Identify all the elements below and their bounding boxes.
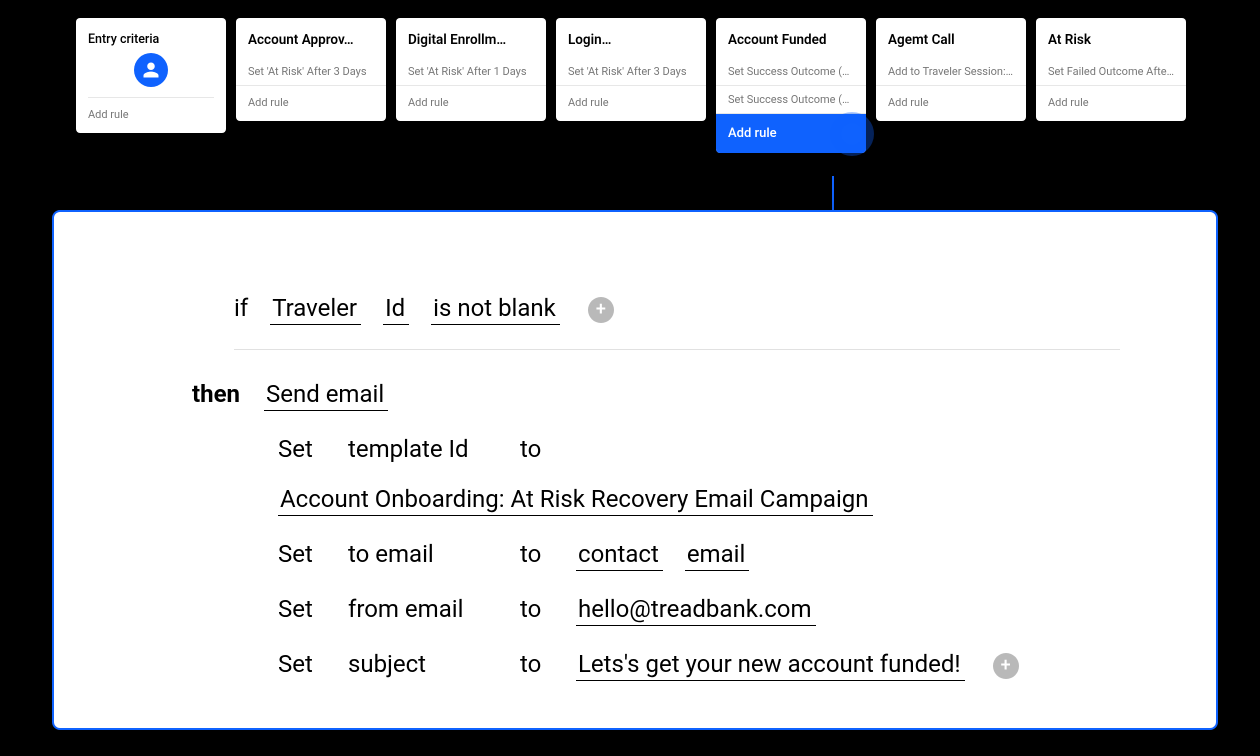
add-rule-button[interactable]: Add rule: [396, 86, 546, 121]
stage-title: Agemt Call: [876, 18, 1026, 58]
set-line: Set template Id to Account Onboarding: At R…: [278, 435, 1120, 516]
stage-card[interactable]: At RiskSet Failed Outcome After 30Add ru…: [1036, 18, 1186, 121]
stage-rule[interactable]: Add to Traveler Session: Jour: [876, 58, 1026, 86]
stage-title: Digital Enrollm…: [396, 18, 546, 58]
add-rule-button[interactable]: Add rule: [716, 114, 866, 153]
set-value[interactable]: Lets's get your new account funded!: [576, 650, 965, 681]
stage-card[interactable]: Login…Set 'At Risk' After 3 DaysAdd rule: [556, 18, 706, 121]
stage-title: Account Funded: [716, 18, 866, 58]
set-line: Set from email to hello@treadbank.com: [278, 595, 1120, 626]
kw-set: Set: [278, 435, 326, 463]
set-value[interactable]: contact: [576, 540, 663, 571]
add-rule-button[interactable]: Add rule: [876, 86, 1026, 121]
add-rule-button[interactable]: Add rule: [76, 98, 226, 133]
stage-rule[interactable]: Set 'At Risk' After 3 Days: [556, 58, 706, 86]
kw-set: Set: [278, 650, 326, 678]
kw-to: to: [520, 650, 554, 678]
stage-title: Account Approv…: [236, 18, 386, 58]
divider: [234, 349, 1120, 350]
stages-row: Entry criteriaAdd ruleAccount Approv…Set…: [0, 0, 1260, 153]
set-line: Set to email to contact email: [278, 540, 1120, 571]
stage-card[interactable]: Digital Enrollm…Set 'At Risk' After 1 Da…: [396, 18, 546, 121]
kw-if: if: [234, 294, 248, 322]
add-condition-button[interactable]: [588, 297, 614, 323]
if-op[interactable]: is not blank: [431, 294, 560, 325]
stage-card[interactable]: Account Approv…Set 'At Risk' After 3 Day…: [236, 18, 386, 121]
kw-to: to: [520, 595, 554, 623]
set-field: from email: [348, 595, 498, 623]
set-field: subject: [348, 650, 498, 678]
user-icon: [134, 53, 168, 87]
stage-rule[interactable]: Set 'At Risk' After 3 Days: [236, 58, 386, 86]
stage-rule[interactable]: Set Success Outcome (Acc…: [716, 86, 866, 114]
kw-to: to: [520, 540, 554, 568]
if-field[interactable]: Id: [383, 294, 409, 325]
then-line: then Send email: [192, 380, 1120, 411]
stage-rule[interactable]: Set 'At Risk' After 1 Days: [396, 58, 546, 86]
set-line: Set subject to Lets's get your new account …: [278, 650, 1120, 681]
set-field: to email: [348, 540, 498, 568]
kw-set: Set: [278, 595, 326, 623]
add-set-button[interactable]: [993, 653, 1019, 679]
stage-card[interactable]: Agemt CallAdd to Traveler Session: JourA…: [876, 18, 1026, 121]
then-action[interactable]: Send email: [264, 380, 388, 411]
set-value[interactable]: Account Onboarding: At Risk Recovery Ema…: [278, 485, 873, 516]
stage-title: Login…: [556, 18, 706, 58]
if-entity[interactable]: Traveler: [270, 294, 361, 325]
kw-then: then: [192, 380, 240, 408]
stage-title: At Risk: [1036, 18, 1186, 58]
kw-set: Set: [278, 540, 326, 568]
connector-line: [832, 176, 834, 212]
add-rule-button[interactable]: Add rule: [556, 86, 706, 121]
kw-to: to: [520, 435, 554, 463]
set-value[interactable]: email: [685, 540, 750, 571]
set-field: template Id: [348, 435, 498, 463]
stage-rule[interactable]: Set Failed Outcome After 30: [1036, 58, 1186, 86]
rule-builder-panel: if Traveler Id is not blank then Send em…: [52, 210, 1218, 730]
if-line: if Traveler Id is not blank: [234, 294, 1120, 325]
stage-card[interactable]: Entry criteria Add rule: [76, 18, 226, 133]
stage-title: Entry criteria: [76, 18, 226, 51]
add-rule-button[interactable]: Add rule: [1036, 86, 1186, 121]
add-rule-button[interactable]: Add rule: [236, 86, 386, 121]
stage-rule[interactable]: Set Success Outcome (Acc…: [716, 58, 866, 86]
set-value[interactable]: hello@treadbank.com: [576, 595, 816, 626]
stage-card[interactable]: Account FundedSet Success Outcome (Acc…S…: [716, 18, 866, 153]
